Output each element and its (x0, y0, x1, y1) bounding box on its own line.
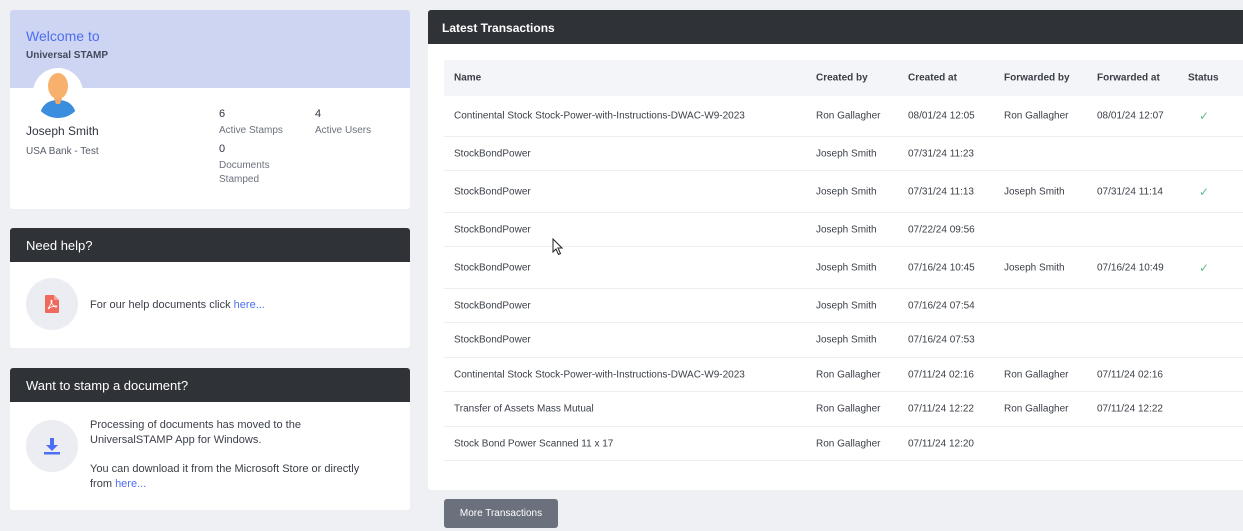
help-panel-title: Need help? (10, 228, 410, 262)
cell-forwarded-at: 08/01/24 12:07 (1097, 110, 1164, 122)
cell-created-at: 08/01/24 12:05 (908, 110, 975, 122)
cell-created-by: Joseph Smith (816, 148, 877, 159)
cell-created-at: 07/31/24 11:23 (908, 148, 974, 159)
download-icon (26, 420, 78, 472)
cell-name: StockBondPower (454, 334, 531, 346)
cell-name: StockBondPower (454, 186, 531, 197)
cell-created-by: Ron Gallagher (816, 403, 881, 415)
cell-forwarded-by: Ron Gallagher (1004, 110, 1069, 122)
stamp-panel-title: Want to stamp a document? (10, 368, 410, 402)
cell-created-by: Joseph Smith (816, 262, 877, 273)
cell-created-by: Ron Gallagher (816, 369, 881, 380)
cell-forwarded-by: Joseph Smith (1004, 186, 1065, 197)
cell-forwarded-by: Joseph Smith (1004, 262, 1065, 273)
cell-name: StockBondPower (454, 224, 531, 235)
cell-name: Stock Bond Power Scanned 11 x 17 (454, 438, 614, 449)
column-forwarded-at[interactable]: Forwarded at (1097, 73, 1160, 84)
welcome-title: Welcome to (26, 28, 100, 44)
status-check-icon: ✓ (1199, 184, 1210, 199)
table-row[interactable]: StockBondPower Joseph Smith 07/31/24 11:23 (444, 137, 1243, 171)
cell-created-by: Ron Gallagher (816, 438, 881, 449)
table-header: Name Created by Created at Forwarded by … (444, 60, 1243, 96)
help-panel: Need help? For our help documents click … (10, 228, 410, 348)
cell-created-at: 07/11/24 12:22 (908, 403, 974, 415)
avatar (33, 68, 83, 118)
transactions-panel: Latest Transactions Name Created by Crea… (428, 10, 1243, 490)
documents-stamped-count: 0 (219, 143, 226, 155)
table-row[interactable]: StockBondPower Joseph Smith 07/16/24 07:54 (444, 289, 1243, 323)
stamp-text-1: Processing of documents has moved to the… (90, 419, 301, 446)
documents-stamped-stat: 0 Documents Stamped (219, 142, 289, 187)
cell-forwarded-at: 07/16/24 10:49 (1097, 262, 1164, 273)
cell-created-at: 07/22/24 09:56 (908, 224, 975, 235)
cell-forwarded-at: 07/11/24 12:22 (1097, 403, 1163, 415)
welcome-card: Welcome to Universal STAMP Joseph Smith … (10, 10, 410, 209)
active-stamps-label: Active Stamps (219, 125, 283, 136)
column-forwarded-by[interactable]: Forwarded by (1004, 73, 1070, 84)
stamp-panel: Want to stamp a document? Processing of … (10, 368, 410, 510)
more-transactions-button[interactable]: More Transactions (444, 499, 558, 528)
help-link[interactable]: here... (234, 299, 265, 311)
column-created-by[interactable]: Created by (816, 73, 868, 84)
cell-name: Continental Stock Stock-Power-with-Instr… (454, 110, 745, 122)
help-text: For our help documents click here... (90, 298, 265, 313)
table-row[interactable]: StockBondPower Joseph Smith 07/31/24 11:13… (444, 171, 1243, 213)
active-stamps-count: 6 (219, 108, 226, 120)
status-check-icon: ✓ (1199, 109, 1210, 123)
user-name: Joseph Smith (26, 124, 99, 138)
active-users-count: 4 (315, 108, 322, 120)
active-users-label: Active Users (315, 125, 372, 136)
active-users-stat: 4 Active Users (315, 107, 371, 138)
column-created-at[interactable]: Created at (908, 73, 957, 84)
cell-name: StockBondPower (454, 148, 531, 159)
active-stamps-stat: 6 Active Stamps (219, 107, 283, 138)
column-name[interactable]: Name (454, 73, 481, 84)
table-row[interactable]: Continental Stock Stock-Power-with-Instr… (444, 96, 1243, 137)
table-row[interactable]: StockBondPower Joseph Smith 07/16/24 07:53 (444, 323, 1243, 358)
cell-created-at: 07/16/24 10:45 (908, 262, 975, 273)
documents-stamped-label: Documents Stamped (219, 160, 270, 185)
column-status[interactable]: Status (1188, 73, 1219, 84)
status-check-icon: ✓ (1199, 260, 1210, 275)
cell-name: StockBondPower (454, 300, 531, 311)
cell-created-by: Joseph Smith (816, 300, 877, 311)
table-body: Continental Stock Stock-Power-with-Instr… (444, 96, 1243, 461)
transactions-title: Latest Transactions (428, 10, 1243, 44)
table-row[interactable]: Transfer of Assets Mass Mutual Ron Gallag… (444, 392, 1243, 427)
cell-forwarded-by: Ron Gallagher (1004, 369, 1069, 380)
cell-created-at: 07/11/24 12:20 (908, 438, 974, 449)
help-text-body: For our help documents click (90, 299, 234, 311)
cell-forwarded-at: 07/11/24 02:16 (1097, 369, 1163, 380)
cell-created-at: 07/31/24 11:13 (908, 186, 974, 197)
table-row[interactable]: Continental Stock Stock-Power-with-Instr… (444, 358, 1243, 392)
cell-forwarded-by: Ron Gallagher (1004, 403, 1069, 415)
cell-name: Continental Stock Stock-Power-with-Instr… (454, 369, 745, 380)
cell-name: StockBondPower (454, 262, 531, 273)
transactions-table: Name Created by Created at Forwarded by … (444, 60, 1243, 461)
cell-forwarded-at: 07/31/24 11:14 (1097, 186, 1163, 197)
cell-name: Transfer of Assets Mass Mutual (454, 403, 594, 415)
cell-created-at: 07/16/24 07:54 (908, 300, 975, 311)
pdf-icon (26, 278, 78, 330)
table-row[interactable]: Stock Bond Power Scanned 11 x 17 Ron Gall… (444, 427, 1243, 461)
cell-created-at: 07/16/24 07:53 (908, 334, 975, 346)
welcome-subtitle: Universal STAMP (26, 50, 109, 61)
cell-created-at: 07/11/24 02:16 (908, 369, 974, 380)
cell-created-by: Ron Gallagher (816, 110, 881, 122)
cell-created-by: Joseph Smith (816, 224, 877, 235)
stamp-text-2: You can download it from the Microsoft S… (90, 462, 360, 492)
download-link[interactable]: here... (115, 478, 146, 490)
mouse-cursor-icon (552, 238, 564, 256)
cell-created-by: Joseph Smith (816, 334, 877, 346)
cell-created-by: Joseph Smith (816, 186, 877, 197)
user-organization: USA Bank - Test (26, 146, 99, 157)
